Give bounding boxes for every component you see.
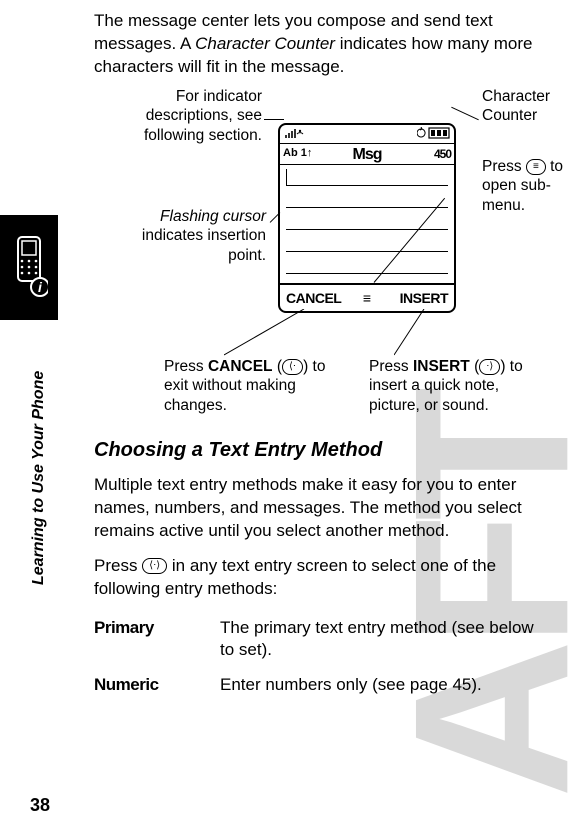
method-desc-numeric: Enter numbers only (see page 45). [220,670,557,705]
table-row: Primary The primary text entry method (s… [94,613,557,671]
lead-line [264,119,284,120]
softkey-right: INSERT [400,289,448,308]
battery-icon [417,127,451,142]
signal-icon [284,128,308,145]
callout-insert-po: ( [470,358,479,375]
method-name-primary: Primary [94,613,220,671]
entry-methods-table: Primary The primary text entry method (s… [94,613,557,706]
callout-character-counter: Character Counter [482,87,572,126]
callout-cursor: Flashing cursor indicates insertion poin… [114,207,266,265]
message-center-diagram: Ab 1↑ Msg 450 CANCEL ≡ INSERT For indica… [94,87,557,437]
method-desc-primary: The primary text entry method (see below… [220,613,557,671]
phone-screen: Ab 1↑ Msg 450 CANCEL ≡ INSERT [278,123,456,313]
sidebar-tab: i [0,215,58,320]
callout-submenu-prefix: Press [482,158,526,175]
section-paragraph-2: Press ⟨⋅⟩ in any text entry screen to se… [94,555,557,601]
message-body [280,165,454,283]
lead-line [394,309,454,357]
menu-key-icon: ⟨⋅⟩ [142,558,167,574]
callout-insert: Press INSERT (⋅⟩) to insert a quick note… [369,357,554,415]
character-counter-value: 450 [434,146,451,162]
p2-prefix: Press [94,556,142,575]
callout-cancel-prefix: Press [164,358,208,375]
text-cursor [286,169,288,185]
callout-cursor-rest: indicates insertion point. [142,227,266,263]
method-name-numeric: Numeric [94,670,220,705]
menu-key-icon: ≡ [526,159,546,175]
right-softkey-icon: ⋅⟩ [479,359,500,375]
intro-italic: Character Counter [195,34,335,53]
phone-icon: i [10,235,48,300]
callout-cancel-bold: CANCEL [208,358,273,375]
callout-indicators: For indicator descriptions, see followin… [142,87,262,145]
callout-insert-prefix: Press [369,358,413,375]
lead-line [224,309,314,357]
callout-insert-bold: INSERT [413,358,470,375]
left-softkey-icon: ⟨⋅ [282,359,303,375]
section-heading: Choosing a Text Entry Method [94,437,557,464]
intro-paragraph: The message center lets you compose and … [94,10,557,79]
table-row: Numeric Enter numbers only (see page 45)… [94,670,557,705]
screen-header: Ab 1↑ Msg 450 [280,144,454,165]
status-bar [280,125,454,144]
callout-submenu: Press ≡ to open sub-menu. [482,157,577,215]
callout-cancel: Press CANCEL (⟨⋅) to exit without making… [164,357,339,415]
softkey-bar: CANCEL ≡ INSERT [280,283,454,311]
screen-title: Msg [280,144,454,166]
callout-cancel-po: ( [273,358,282,375]
section-paragraph-1: Multiple text entry methods make it easy… [94,474,557,543]
callout-cursor-italic: Flashing cursor [160,208,266,225]
lead-line [451,107,479,121]
sidebar-section-title: Learning to Use Your Phone [30,371,48,585]
page-number: 38 [30,795,50,816]
